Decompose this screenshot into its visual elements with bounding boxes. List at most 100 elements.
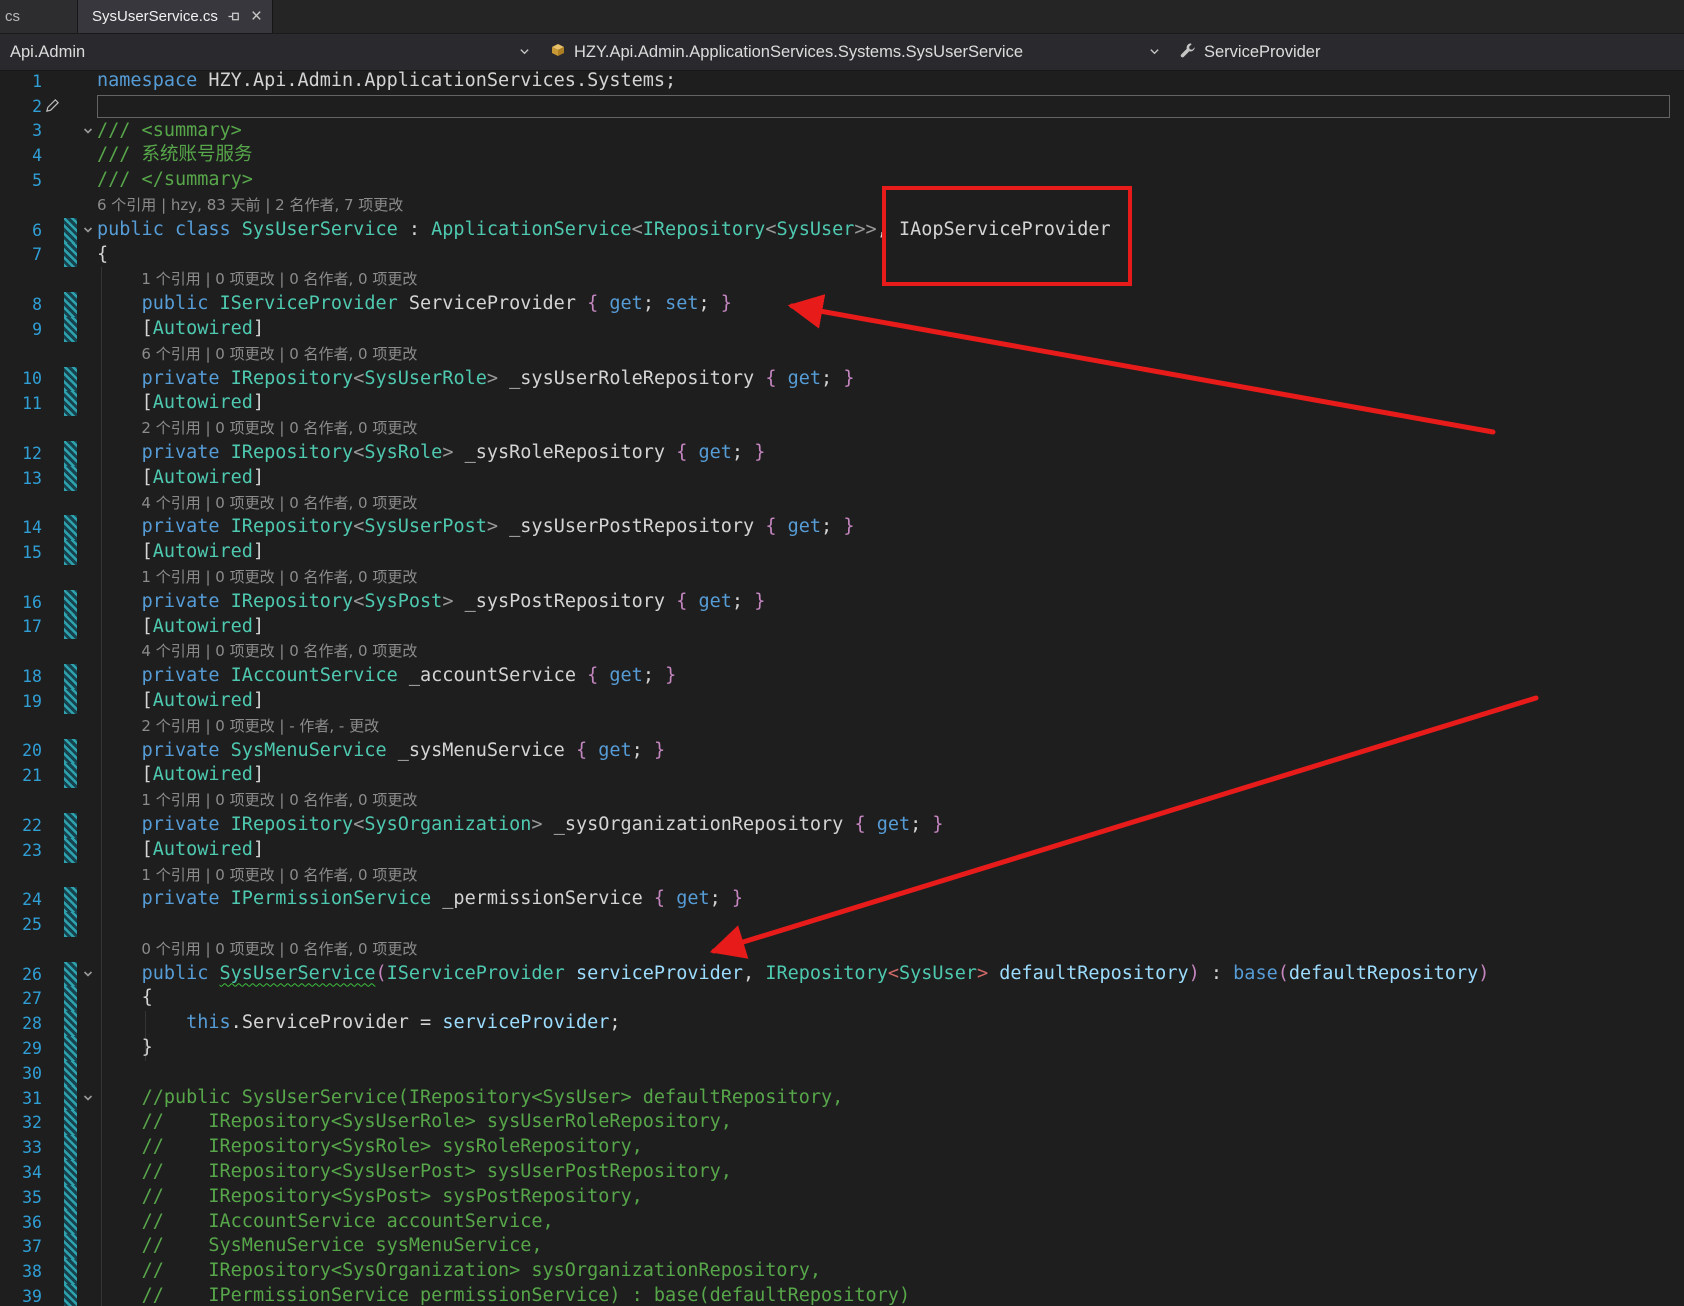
close-icon[interactable]: × [251, 7, 262, 26]
line-number[interactable]: 1 [0, 72, 48, 91]
codelens-text[interactable]: 1 个引用 | 0 项更改 | 0 名作者, 0 项更改 [97, 267, 1684, 292]
fold-chevron-icon[interactable] [78, 1092, 97, 1104]
line-number[interactable]: 32 [0, 1113, 48, 1132]
codelens-text[interactable]: 1 个引用 | 0 项更改 | 0 名作者, 0 项更改 [97, 788, 1684, 813]
code-line[interactable]: [Autowired] [97, 391, 1684, 416]
line-number[interactable]: 8 [0, 295, 48, 314]
code-line[interactable]: // IPermissionService permissionService)… [97, 1284, 1684, 1306]
code-line[interactable]: [Autowired] [97, 838, 1684, 863]
code-line[interactable]: this.ServiceProvider = serviceProvider; [97, 1011, 1684, 1036]
line-number[interactable]: 12 [0, 444, 48, 463]
line-number[interactable]: 14 [0, 518, 48, 537]
line-number[interactable]: 22 [0, 816, 48, 835]
code-line[interactable]: //public SysUserService(IRepository<SysU… [97, 1086, 1684, 1111]
code-line[interactable]: // IRepository<SysPost> sysPostRepositor… [97, 1185, 1684, 1210]
fold-chevron-icon[interactable] [78, 224, 97, 236]
line-number[interactable]: 20 [0, 741, 48, 760]
code-editor[interactable]: 1 namespace HZY.Api.Admin.ApplicationServ… [0, 69, 1684, 1306]
codelens-text[interactable]: 6 个引用 | 0 项更改 | 0 名作者, 0 项更改 [97, 342, 1684, 367]
code-line[interactable]: // IAccountService accountService, [97, 1210, 1684, 1235]
line-number[interactable]: 27 [0, 989, 48, 1008]
line-number[interactable]: 30 [0, 1064, 48, 1083]
codelens-text[interactable]: 1 个引用 | 0 项更改 | 0 名作者, 0 项更改 [97, 863, 1684, 888]
line-number[interactable]: 17 [0, 617, 48, 636]
member-dropdown[interactable]: ServiceProvider [1170, 34, 1330, 70]
codelens-text[interactable]: 2 个引用 | 0 项更改 | 0 名作者, 0 项更改 [97, 416, 1684, 441]
line-number[interactable]: 15 [0, 543, 48, 562]
line-number[interactable]: 36 [0, 1213, 48, 1232]
tab-partial[interactable]: cs [0, 0, 78, 33]
line-number[interactable]: 29 [0, 1039, 48, 1058]
code-line[interactable]: [Autowired] [97, 540, 1684, 565]
line-number[interactable]: 13 [0, 469, 48, 488]
line-number[interactable]: 16 [0, 593, 48, 612]
code-line[interactable]: public class SysUserService : Applicatio… [97, 218, 1684, 243]
change-margin [48, 1259, 78, 1285]
code-line[interactable]: private SysMenuService _sysMenuService {… [97, 739, 1684, 764]
code-line[interactable]: private IAccountService _accountService … [97, 664, 1684, 689]
line-number[interactable]: 25 [0, 915, 48, 934]
line-number[interactable]: 26 [0, 965, 48, 984]
code-line[interactable]: public SysUserService(IServiceProvider s… [97, 962, 1684, 987]
code-line[interactable]: // SysMenuService sysMenuService, [97, 1234, 1684, 1259]
line-number[interactable]: 4 [0, 146, 48, 165]
project-dropdown[interactable]: Api.Admin [0, 34, 540, 70]
fold-chevron-icon[interactable] [78, 968, 97, 980]
code-line[interactable]: // IRepository<SysUserPost> sysUserPostR… [97, 1160, 1684, 1185]
code-line[interactable]: /// <summary> [97, 119, 1684, 144]
code-line[interactable]: } [97, 1036, 1684, 1061]
type-dropdown[interactable]: HZY.Api.Admin.ApplicationServices.System… [540, 34, 1170, 70]
line-number[interactable]: 11 [0, 394, 48, 413]
codelens-text[interactable]: 4 个引用 | 0 项更改 | 0 名作者, 0 项更改 [97, 639, 1684, 664]
code-line[interactable]: private IRepository<SysOrganization> _sy… [97, 813, 1684, 838]
line-number[interactable]: 34 [0, 1163, 48, 1182]
line-number[interactable]: 19 [0, 692, 48, 711]
code-line[interactable]: // IRepository<SysOrganization> sysOrgan… [97, 1259, 1684, 1284]
line-number[interactable]: 3 [0, 121, 48, 140]
code-line[interactable]: [Autowired] [97, 615, 1684, 640]
codelens-text[interactable]: 2 个引用 | 0 项更改 | - 作者, - 更改 [97, 714, 1684, 739]
line-number[interactable]: 37 [0, 1237, 48, 1256]
code-line[interactable]: namespace HZY.Api.Admin.ApplicationServi… [97, 69, 1684, 94]
line-number[interactable]: 18 [0, 667, 48, 686]
codelens-text[interactable]: 4 个引用 | 0 项更改 | 0 名作者, 0 项更改 [97, 491, 1684, 516]
code-line[interactable]: private IRepository<SysRole> _sysRoleRep… [97, 441, 1684, 466]
line-number[interactable]: 31 [0, 1089, 48, 1108]
line-number[interactable]: 5 [0, 171, 48, 190]
code-line[interactable]: // IRepository<SysUserRole> sysUserRoleR… [97, 1110, 1684, 1135]
code-line[interactable]: /// </summary> [97, 168, 1684, 193]
code-line[interactable]: [Autowired] [97, 317, 1684, 342]
code-line[interactable]: private IPermissionService _permissionSe… [97, 887, 1684, 912]
code-line[interactable]: { [97, 986, 1684, 1011]
line-number[interactable]: 28 [0, 1014, 48, 1033]
line-number[interactable]: 9 [0, 320, 48, 339]
code-line[interactable]: private IRepository<SysUserRole> _sysUse… [97, 367, 1684, 392]
line-number[interactable]: 7 [0, 245, 48, 264]
line-number[interactable]: 6 [0, 221, 48, 240]
codelens-row: 1 个引用 | 0 项更改 | 0 名作者, 0 项更改 [0, 863, 1684, 888]
line-number[interactable]: 24 [0, 890, 48, 909]
code-line[interactable]: public IServiceProvider ServiceProvider … [97, 292, 1684, 317]
codelens-text[interactable]: 1 个引用 | 0 项更改 | 0 名作者, 0 项更改 [97, 565, 1684, 590]
code-line[interactable]: [Autowired] [97, 466, 1684, 491]
code-line[interactable]: private IRepository<SysUserPost> _sysUse… [97, 515, 1684, 540]
tab-active[interactable]: SysUserService.cs × [78, 0, 273, 33]
line-number[interactable]: 23 [0, 841, 48, 860]
code-line[interactable]: { [97, 243, 1684, 268]
line-number[interactable]: 10 [0, 369, 48, 388]
line-number[interactable]: 2 [0, 97, 48, 116]
line-number[interactable]: 38 [0, 1262, 48, 1281]
fold-chevron-icon[interactable] [78, 125, 97, 137]
line-number[interactable]: 33 [0, 1138, 48, 1157]
code-line[interactable]: [Autowired] [97, 689, 1684, 714]
codelens-text[interactable]: 6 个引用 | hzy, 83 天前 | 2 名作者, 7 项更改 [97, 193, 1684, 218]
line-number[interactable]: 35 [0, 1188, 48, 1207]
line-number[interactable]: 39 [0, 1287, 48, 1306]
codelens-text[interactable]: 0 个引用 | 0 项更改 | 0 名作者, 0 项更改 [97, 937, 1684, 962]
pin-icon[interactable] [227, 9, 242, 24]
line-number[interactable]: 21 [0, 766, 48, 785]
code-line[interactable]: private IRepository<SysPost> _sysPostRep… [97, 590, 1684, 615]
code-line[interactable]: // IRepository<SysRole> sysRoleRepositor… [97, 1135, 1684, 1160]
code-line[interactable]: [Autowired] [97, 763, 1684, 788]
code-line[interactable]: /// 系统账号服务 [97, 143, 1684, 168]
